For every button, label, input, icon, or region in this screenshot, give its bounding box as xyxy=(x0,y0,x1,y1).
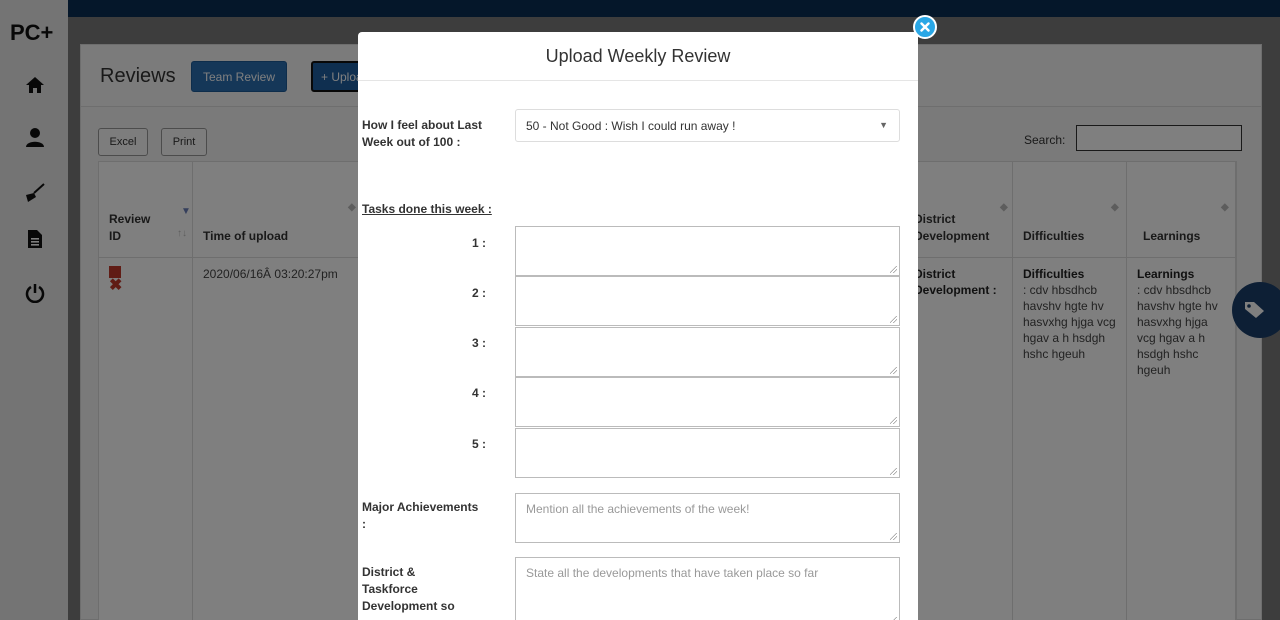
close-icon[interactable] xyxy=(913,15,937,39)
task-number: 4 : xyxy=(471,386,486,400)
task-1-field[interactable] xyxy=(515,226,900,276)
upload-review-modal: Upload Weekly Review How I feel about La… xyxy=(358,32,918,620)
task-3-field[interactable] xyxy=(515,327,900,377)
task-2-field[interactable] xyxy=(515,276,900,326)
district-development-field[interactable]: State all the developments that have tak… xyxy=(515,557,900,620)
achievements-field[interactable]: Mention all the achievements of the week… xyxy=(515,493,900,543)
task-4-field[interactable] xyxy=(515,377,900,427)
feel-select[interactable]: 50 - Not Good : Wish I could run away ! … xyxy=(515,109,900,142)
district-development-label: District & Taskforce Development so xyxy=(362,565,455,613)
task-number: 2 : xyxy=(471,286,486,300)
task-number: 3 : xyxy=(471,336,486,350)
achievements-label: Major Achievements : xyxy=(362,500,479,531)
task-5-field[interactable] xyxy=(515,428,900,478)
tasks-heading: Tasks done this week : xyxy=(362,202,492,216)
modal-title: Upload Weekly Review xyxy=(358,32,918,81)
task-number: 5 : xyxy=(471,437,486,451)
chevron-down-icon: ▼ xyxy=(879,120,888,130)
task-number: 1 : xyxy=(471,236,486,250)
feel-label: How I feel about Last Week out of 100 : xyxy=(362,118,483,149)
